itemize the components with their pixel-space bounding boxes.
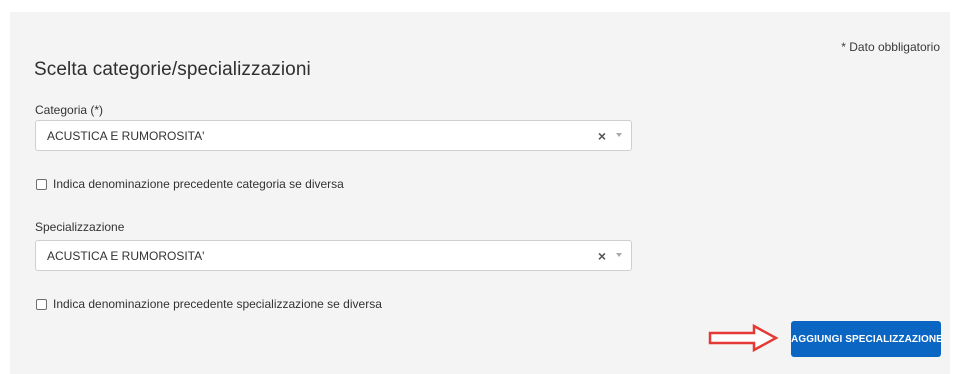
specialization-previous-name-checkbox[interactable] [36,298,47,310]
specialization-clear-icon[interactable]: × [598,247,606,265]
specialization-previous-name-label: Indica denominazione precedente speciali… [53,297,382,311]
specialization-select[interactable]: ACUSTICA E RUMOROSITA' × [35,240,632,271]
category-clear-icon[interactable]: × [598,127,606,145]
section-title: Scelta categorie/specializzazioni [34,59,311,80]
specialization-label: Specializzazione [35,220,125,234]
category-label: Categoria (*) [35,103,104,117]
specialization-selected-value: ACUSTICA E RUMOROSITA' [47,249,205,263]
form-panel: * Dato obbligatorio Scelta categorie/spe… [10,12,950,374]
category-selected-value: ACUSTICA E RUMOROSITA' [47,129,205,143]
category-previous-name-checkbox[interactable] [36,178,47,190]
category-previous-name-option[interactable]: Indica denominazione precedente categori… [36,177,344,191]
right-arrow-icon [708,323,779,353]
category-previous-name-label: Indica denominazione precedente categori… [53,177,344,191]
category-chevron-down-icon[interactable] [616,133,622,137]
category-select[interactable]: ACUSTICA E RUMOROSITA' × [35,120,632,151]
add-specialization-button[interactable]: AGGIUNGI SPECIALIZZAZIONE [791,321,943,357]
specialization-chevron-down-icon[interactable] [616,253,622,257]
mandatory-note: * Dato obbligatorio [841,40,940,54]
specialization-previous-name-option[interactable]: Indica denominazione precedente speciali… [36,297,382,311]
